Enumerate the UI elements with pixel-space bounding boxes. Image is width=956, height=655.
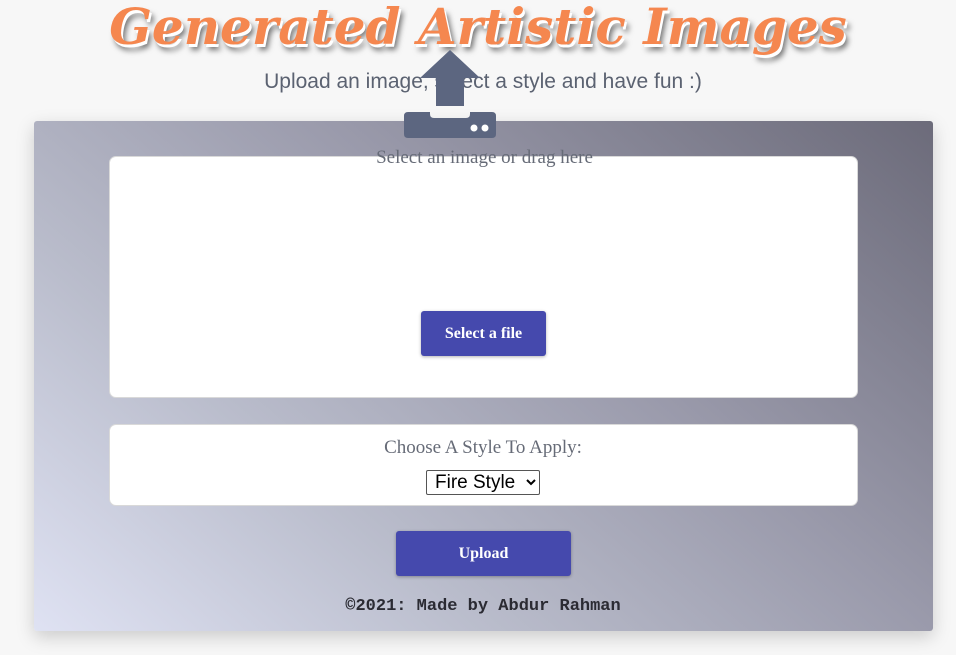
upload-button[interactable]: Upload — [396, 531, 571, 576]
page: Generated Artistic Images Upload an imag… — [0, 0, 956, 655]
upload-tray-icon — [404, 50, 496, 138]
select-file-button[interactable]: Select a file — [421, 311, 546, 356]
footer-credit: ©2021: Made by Abdur Rahman — [345, 597, 621, 616]
style-select[interactable]: Fire Style — [426, 470, 540, 495]
style-label: Choose A Style To Apply: — [384, 437, 582, 458]
upload-hint: Select an image or drag here — [376, 147, 593, 168]
upload-dropzone[interactable] — [109, 156, 858, 398]
